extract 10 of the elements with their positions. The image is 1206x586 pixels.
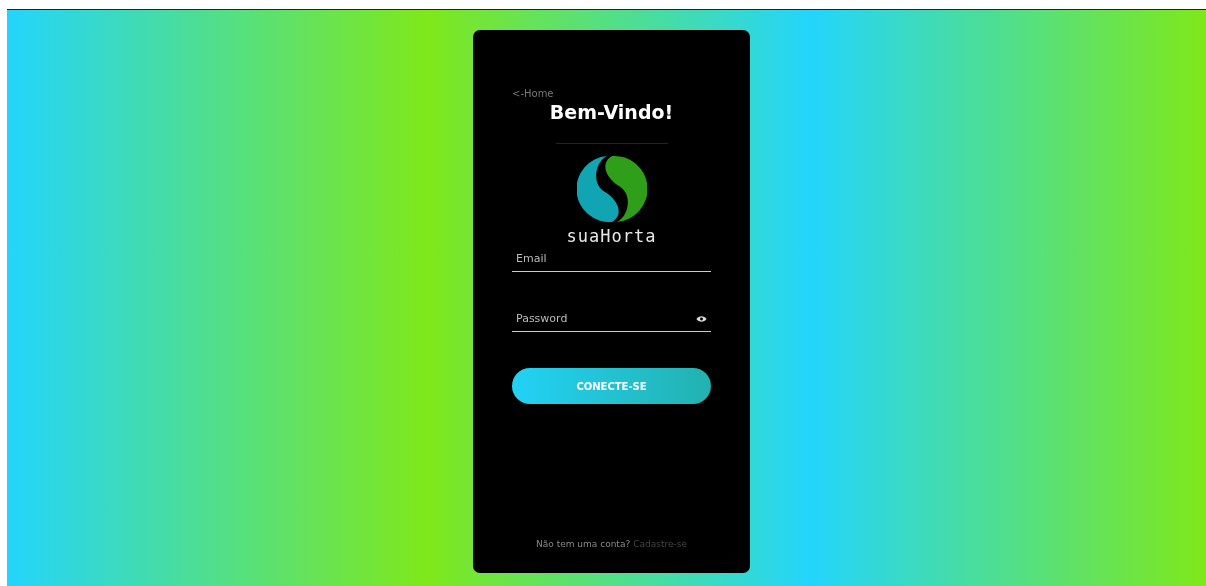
signup-prompt: Não tem uma conta? bbox=[536, 539, 631, 549]
logo-icon bbox=[576, 154, 647, 224]
input-field[interactable]: Password bbox=[512, 306, 711, 332]
logo-wordmark: suaHorta bbox=[566, 226, 657, 246]
input-field[interactable]: Email bbox=[512, 246, 711, 272]
eye-icon[interactable] bbox=[696, 315, 707, 323]
signup-link[interactable]: Cadastre-se bbox=[633, 539, 687, 549]
welcome-title: Bem-Vindo! bbox=[549, 101, 674, 123]
home-link[interactable]: <-Home bbox=[512, 88, 554, 99]
login-button[interactable]: CONECTE-SE bbox=[512, 368, 711, 404]
